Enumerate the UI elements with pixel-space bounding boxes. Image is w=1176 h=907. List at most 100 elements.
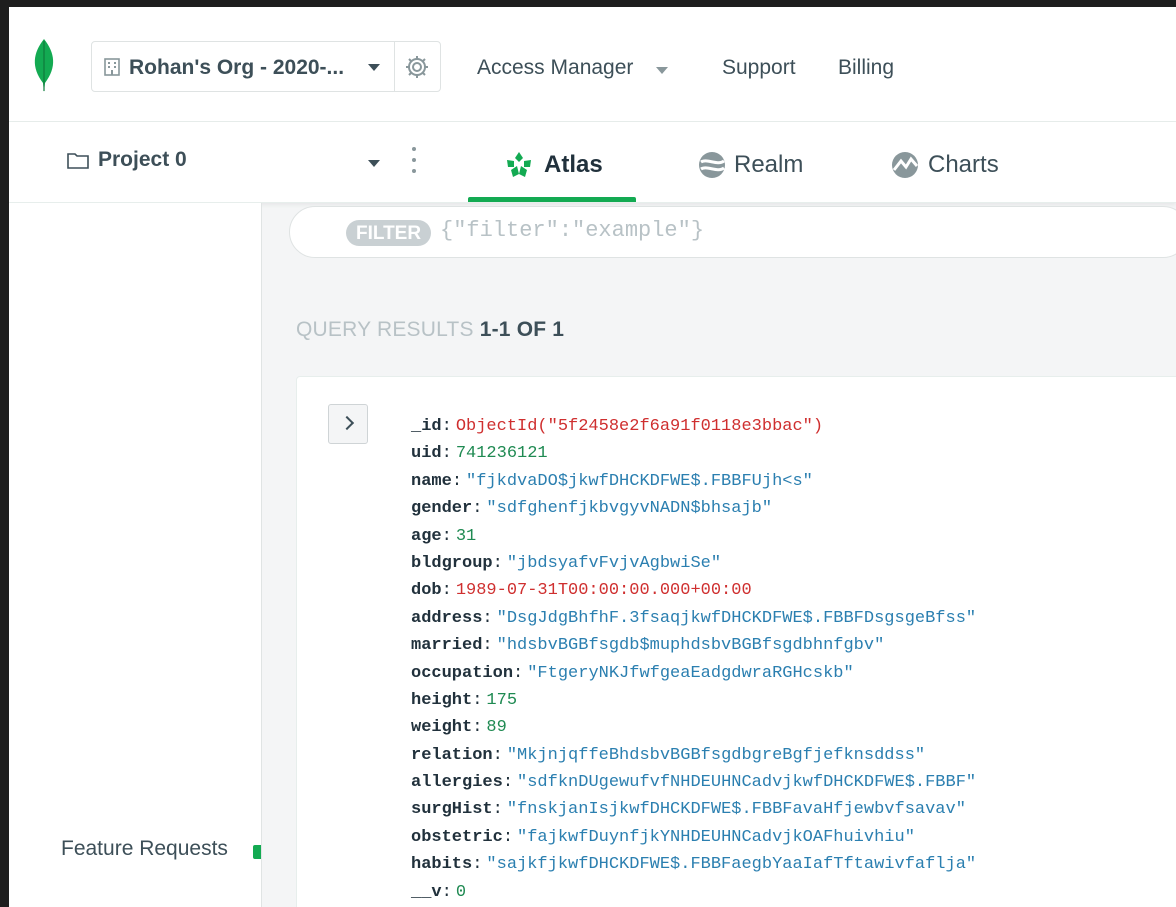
nav-support[interactable]: Support (722, 56, 796, 80)
field-colon: : (441, 882, 452, 902)
tab-realm[interactable]: Realm (697, 122, 827, 202)
document-field: occupation: "FtgeryNKJfwfgeaEadgdwraRGHcs… (411, 660, 976, 687)
divider (394, 42, 395, 91)
mongodb-leaf-icon[interactable] (29, 37, 59, 93)
document-field: surgHist: "fnskjanIsjkwfDHCKDFWE$.FBBFava… (411, 796, 976, 823)
field-key: height (411, 690, 473, 710)
charts-icon (892, 152, 919, 178)
document-fields: _id: ObjectId("5f2458e2f6a91f0118e3bbac")… (411, 413, 976, 906)
project-navbar: Project 0 Atlas Realm Charts (9, 122, 1176, 203)
field-key: age (411, 526, 442, 546)
field-key: __v (411, 882, 442, 902)
field-colon: : (502, 773, 514, 793)
gear-icon[interactable] (404, 54, 430, 80)
field-key: gender (411, 499, 473, 519)
document-field: gender: "sdfghenfjkbvgyvNADN$bhsajb" (411, 495, 976, 522)
feedback-icon[interactable] (253, 845, 261, 859)
atlas-icon (507, 152, 531, 177)
query-results-heading: QUERY RESULTS 1-1 OF 1 (296, 318, 564, 342)
field-colon: : (451, 471, 463, 491)
field-key: habits (411, 855, 473, 875)
field-key: allergies (411, 773, 503, 793)
field-key: weight (411, 718, 473, 738)
field-value: "DsgJdgBhfhF.3fsaqjkwfDHCKDFWE$.FBBFDsgs… (496, 608, 977, 628)
tab-label: Atlas (544, 151, 603, 178)
app-window: Rohan's Org - 2020-... Access Manager Su… (9, 7, 1176, 907)
field-key: obstetric (411, 827, 503, 847)
nav-access-manager[interactable]: Access Manager (477, 56, 633, 80)
field-colon: : (472, 499, 483, 519)
top-navbar: Rohan's Org - 2020-... Access Manager Su… (9, 7, 1176, 122)
document-field: allergies: "sdfknDUgewufvfNHDEUHNCadvjkwf… (411, 769, 976, 796)
field-colon: : (472, 718, 483, 738)
document-field: obstetric: "fajkwfDuynfjkYNHDEUHNCadvjkOA… (411, 824, 976, 851)
filter-placeholder: {"filter":"example"} (440, 218, 705, 243)
field-value: "MkjnjqffeBhdsbvBGBfsgdbgreBgfjefknsddss… (506, 745, 926, 765)
field-value: "sdfknDUgewufvfNHDEUHNCadvjkwfDHCKDFWE$.… (517, 773, 977, 793)
document-field: married: "hdsbvBGBfsgdb$muphdsbvBGBfsgdbh… (411, 632, 976, 659)
field-colon: : (482, 608, 493, 628)
document-field: _id: ObjectId("5f2458e2f6a91f0118e3bbac") (411, 413, 976, 440)
field-value: 741236121 (455, 444, 548, 464)
nav-billing[interactable]: Billing (838, 56, 894, 80)
document-field: weight: 89 (411, 714, 976, 741)
building-icon (104, 58, 120, 76)
field-key: occupation (411, 663, 514, 683)
field-key: uid (411, 444, 442, 464)
feature-requests-link[interactable]: Feature Requests (61, 837, 228, 861)
project-selector[interactable]: Project 0 (98, 148, 187, 172)
tab-atlas[interactable]: Atlas (503, 122, 643, 202)
field-value: 89 (486, 718, 507, 738)
realm-icon (699, 152, 725, 178)
kebab-icon[interactable] (410, 147, 418, 179)
field-colon: : (441, 526, 452, 546)
field-colon: : (472, 855, 483, 875)
field-colon: : (472, 690, 483, 710)
field-colon: : (482, 636, 493, 656)
field-value: 0 (455, 882, 467, 902)
field-value: "sajkfjkwfDHCKDFWE$.FBBFaegbYaaIafTftawi… (486, 855, 977, 875)
field-key: name (411, 471, 452, 491)
field-key: relation (411, 745, 493, 765)
field-key: surgHist (411, 800, 493, 820)
tab-label: Realm (734, 151, 804, 178)
chevron-right-icon (339, 415, 355, 431)
field-value: "fajkwfDuynfjkYNHDEUHNCadvjkOAFhuivhiu" (517, 827, 915, 847)
document-field: dob: 1989-07-31T00:00:00.000+00:00 (411, 577, 976, 604)
field-colon: : (441, 581, 452, 601)
field-key: address (411, 608, 483, 628)
chevron-down-icon (368, 64, 380, 71)
field-value: "fjkdvaDO$jkwfDHCKDFWE$.FBBFUjh<s" (466, 471, 813, 491)
chevron-down-icon[interactable] (368, 160, 380, 167)
expand-document-button[interactable] (328, 404, 368, 444)
document-field: relation: "MkjnjqffeBhdsbvBGBfsgdbgreBgfj… (411, 742, 976, 769)
folder-icon (67, 153, 89, 169)
document-field: __v: 0 (411, 879, 976, 906)
tab-charts[interactable]: Charts (890, 122, 1030, 202)
field-colon: : (502, 827, 514, 847)
tab-label: Charts (928, 151, 999, 178)
field-colon: : (492, 553, 503, 573)
document-field: age: 31 (411, 523, 976, 550)
field-value: ObjectId("5f2458e2f6a91f0118e3bbac") (455, 417, 824, 436)
organization-name: Rohan's Org - 2020-... (129, 56, 345, 79)
filter-input[interactable]: FILTER {"filter":"example"} (289, 206, 1176, 258)
field-value: "jbdsyafvFvjvAgbwiSe" (506, 553, 722, 573)
field-colon: : (441, 444, 452, 464)
query-results-label: QUERY RESULTS (296, 318, 474, 341)
active-tab-indicator (468, 197, 636, 202)
organization-selector[interactable]: Rohan's Org - 2020-... (91, 41, 441, 92)
sidebar: Feature Requests (9, 203, 262, 907)
document-card: _id: ObjectId("5f2458e2f6a91f0118e3bbac")… (296, 376, 1176, 907)
document-field: bldgroup: "jbdsyafvFvjvAgbwiSe" (411, 550, 976, 577)
field-key: married (411, 636, 483, 656)
document-field: name: "fjkdvaDO$jkwfDHCKDFWE$.FBBFUjh<s" (411, 468, 976, 495)
field-value: 31 (455, 526, 477, 546)
filter-badge: FILTER (346, 220, 432, 246)
document-field: address: "DsgJdgBhfhF.3fsaqjkwfDHCKDFWE$.… (411, 605, 976, 632)
document-field: uid: 741236121 (411, 440, 976, 467)
field-value: "sdfghenfjkbvgyvNADN$bhsajb" (486, 499, 773, 519)
field-colon: : (441, 417, 452, 436)
document-field: height: 175 (411, 687, 976, 714)
chevron-down-icon[interactable] (656, 67, 668, 74)
